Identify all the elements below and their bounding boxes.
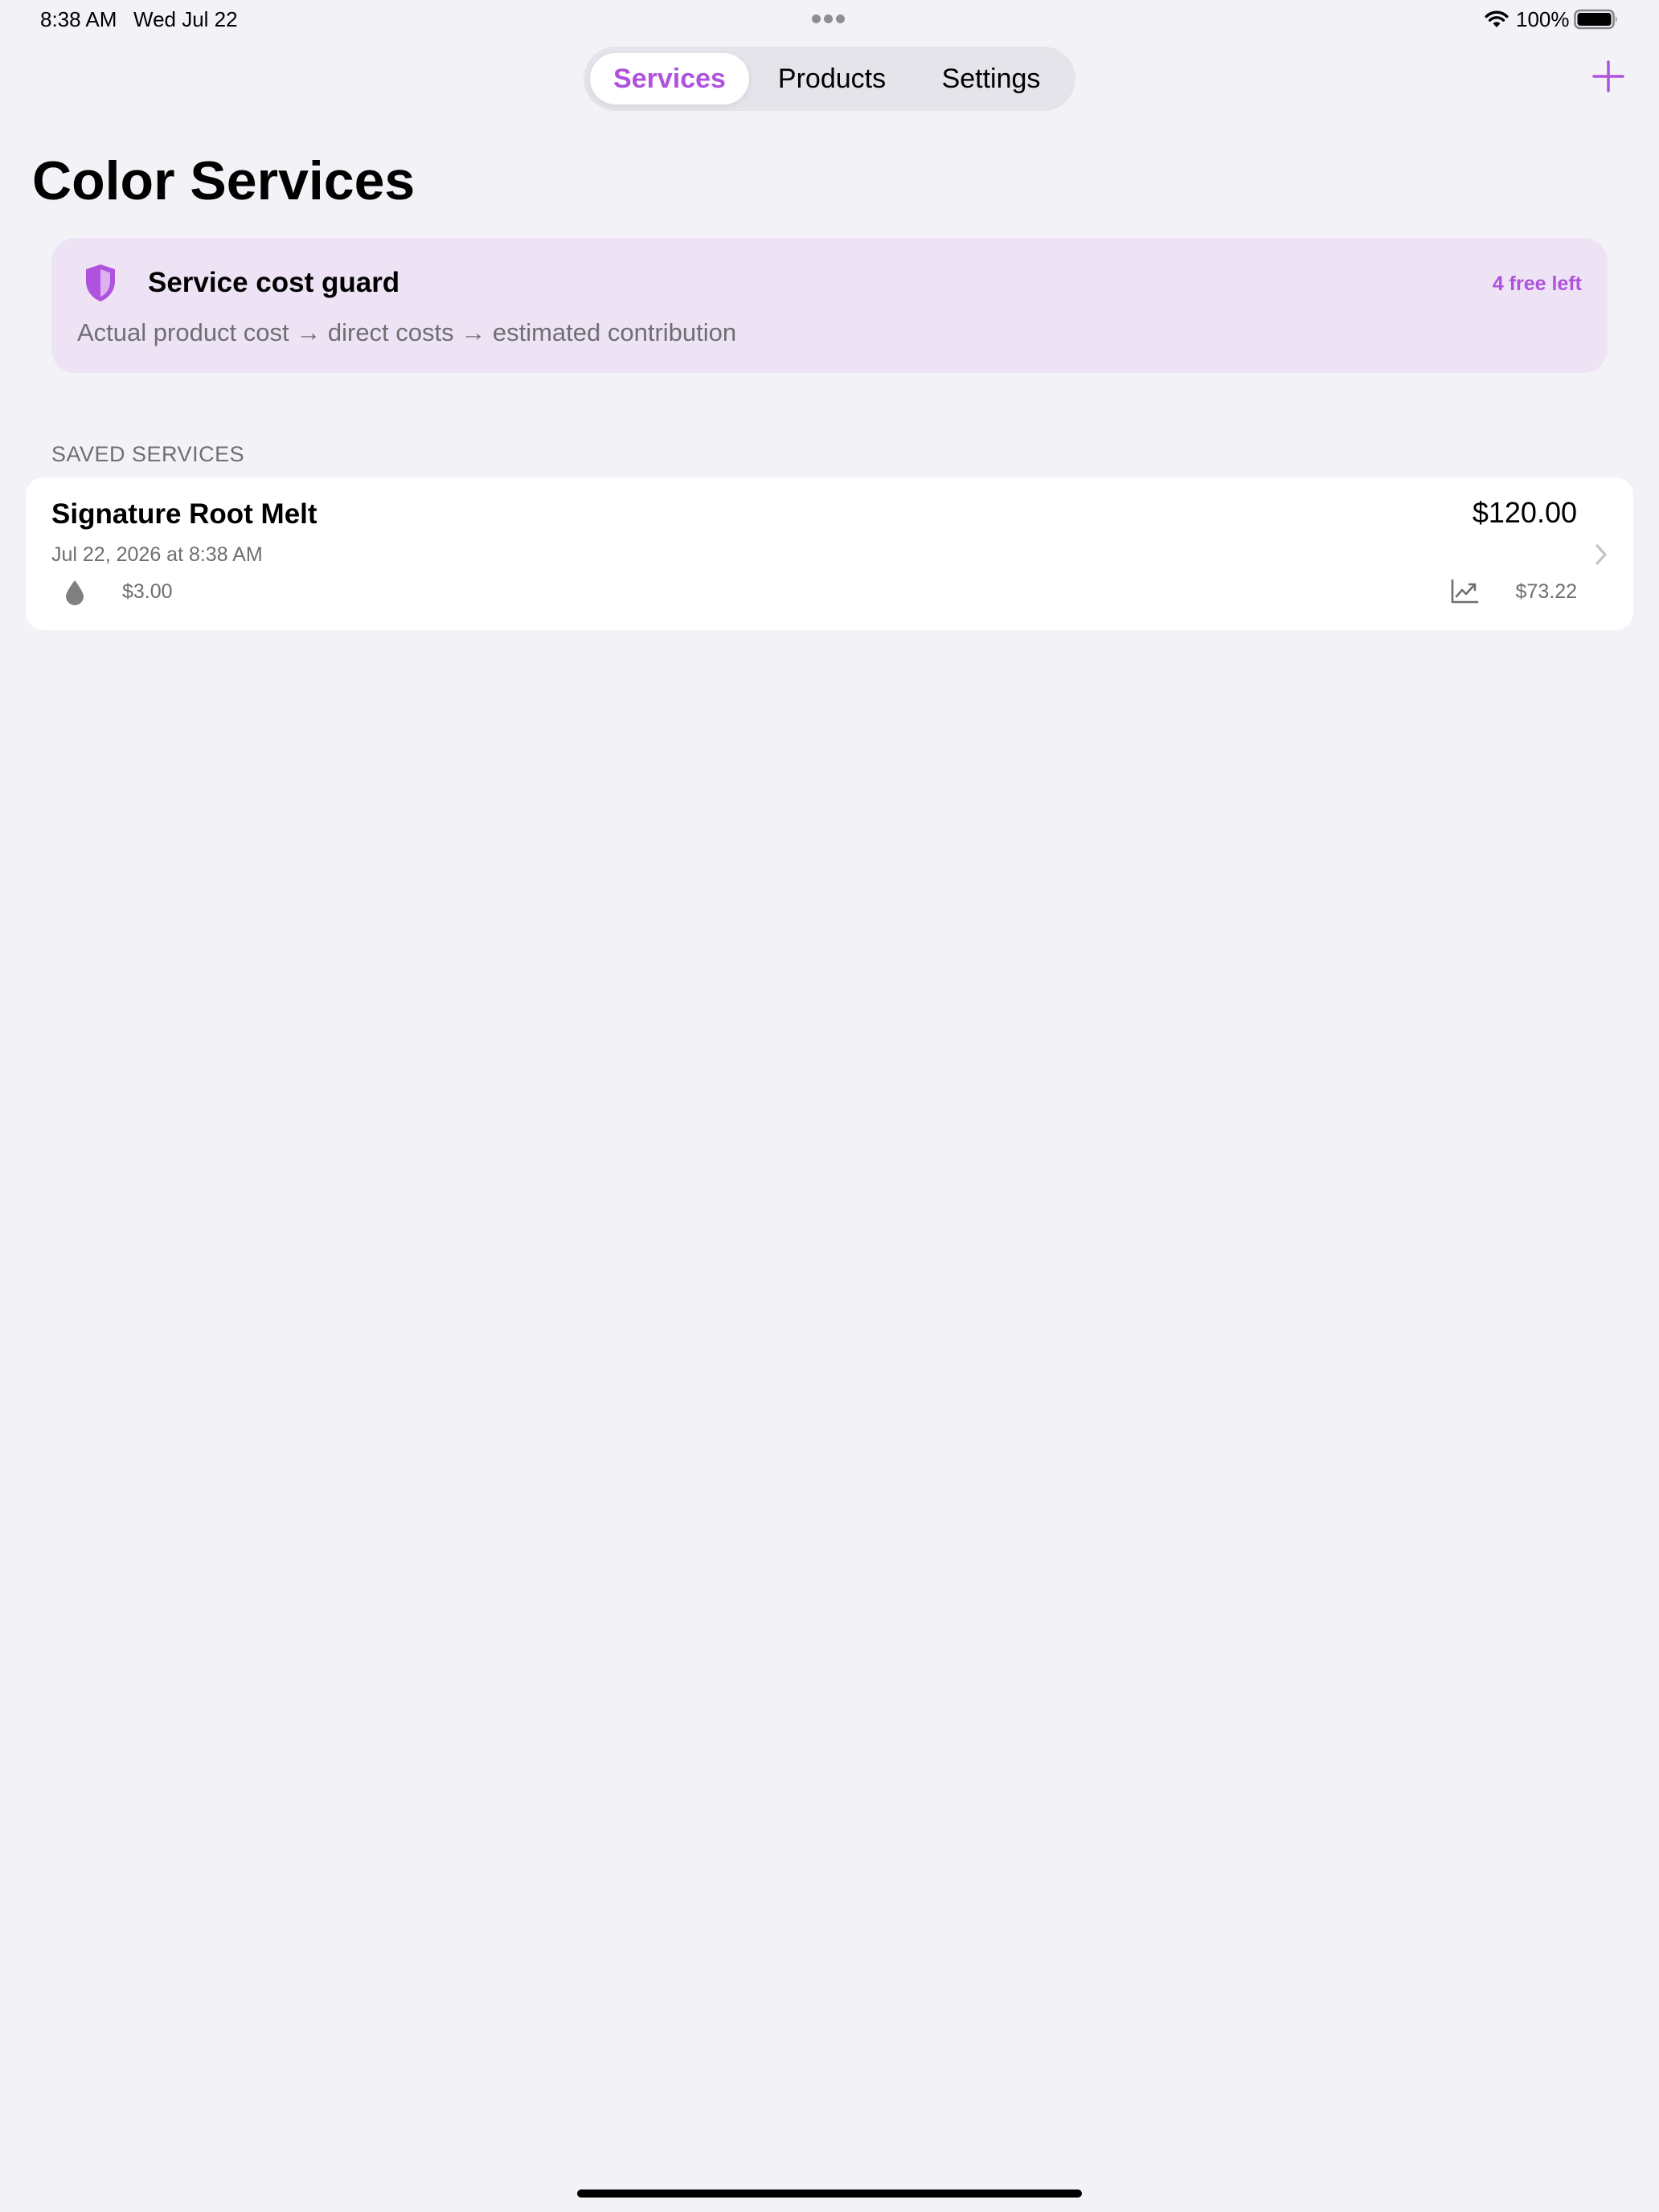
free-left-badge: 4 free left [1492, 272, 1582, 295]
product-cost: $3.00 [122, 580, 173, 603]
service-date: Jul 22, 2026 at 8:38 AM [51, 543, 263, 566]
wifi-icon [1485, 10, 1509, 27]
chevron-right-icon [1596, 544, 1607, 565]
battery-percent: 100% [1516, 7, 1570, 31]
guard-title: Service cost guard [148, 267, 400, 298]
page-title: Color Services [32, 150, 416, 211]
guard-subtitle: Actual product cost → direct costs → est… [77, 318, 737, 346]
battery-icon [1574, 9, 1617, 30]
add-service-button[interactable] [1590, 58, 1627, 95]
service-price: $120.00 [1472, 496, 1577, 529]
tab-settings[interactable]: Settings [913, 53, 1069, 104]
status-date: Wed Jul 22 [133, 7, 238, 31]
shield-icon [86, 264, 115, 301]
status-time: 8:38 AM [40, 7, 117, 31]
service-list-item[interactable]: Signature Root Melt $120.00 Jul 22, 2026… [26, 477, 1633, 630]
tab-products[interactable]: Products [754, 53, 910, 104]
drop-icon [66, 580, 84, 605]
service-cost-guard-card[interactable]: Service cost guard 4 free left Actual pr… [51, 238, 1608, 373]
service-name: Signature Root Melt [51, 498, 317, 530]
trend-icon [1451, 579, 1479, 604]
saved-services-header: SAVED SERVICES [51, 442, 245, 466]
estimated-contribution: $73.22 [1515, 580, 1577, 603]
tab-segmented-control: Services Products Settings [584, 47, 1075, 111]
home-indicator[interactable] [577, 2189, 1082, 2198]
multitask-dots-icon[interactable] [812, 14, 847, 24]
tab-services[interactable]: Services [590, 53, 749, 104]
